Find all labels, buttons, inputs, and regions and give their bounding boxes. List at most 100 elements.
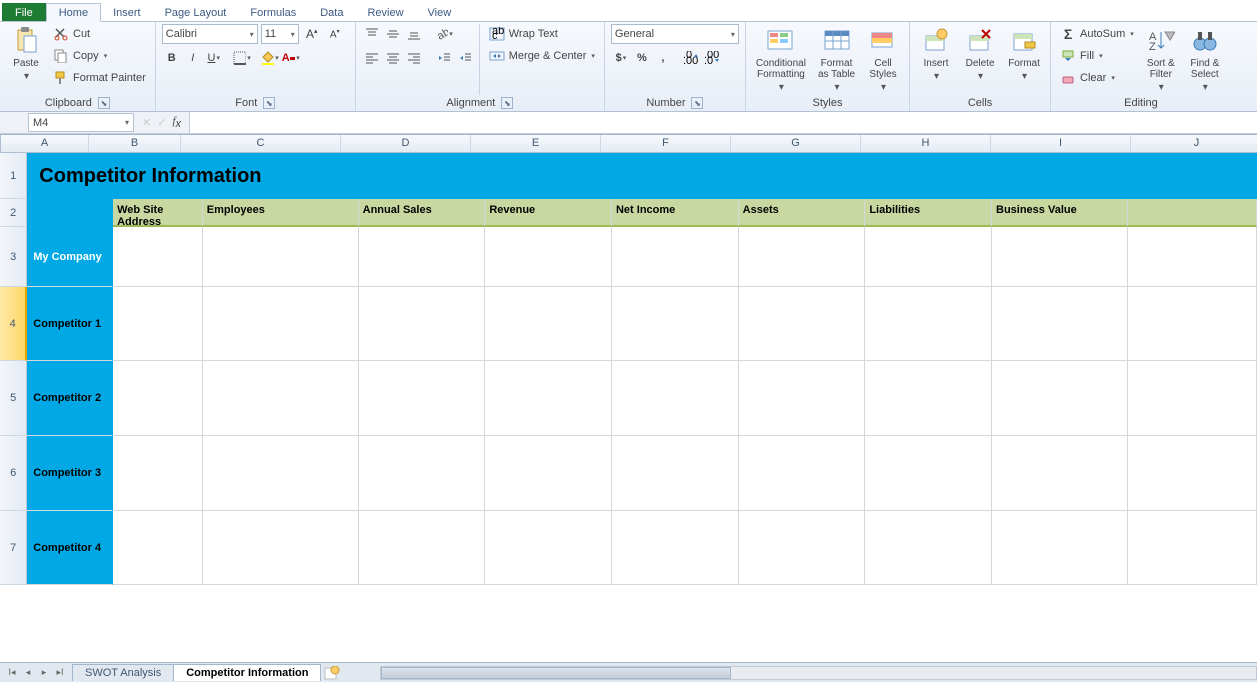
col-header-G[interactable]: G [731,135,861,152]
horizontal-scrollbar[interactable] [380,665,1257,681]
col-header-assets[interactable]: Assets [739,199,866,227]
wrap-text-button[interactable]: abcWrap Text [486,24,598,44]
row-header-2[interactable]: 2 [0,199,27,227]
col-header-A[interactable]: A [1,135,89,152]
shrink-font-button[interactable]: A▾ [325,24,345,44]
find-select-button[interactable]: Find & Select▾ [1185,24,1225,95]
autosum-button[interactable]: ΣAutoSum▾ [1057,24,1137,44]
data-cell[interactable] [113,436,203,511]
data-cell[interactable] [1128,227,1257,287]
col-header-annual-sales[interactable]: Annual Sales [359,199,486,227]
col-header-business-value[interactable]: Business Value [992,199,1128,227]
tab-insert[interactable]: Insert [101,4,153,21]
name-box[interactable]: M4▾ [28,113,134,132]
sheet-tab-swot[interactable]: SWOT Analysis [72,664,174,681]
border-button[interactable]: ▾ [232,48,252,68]
col-header-B[interactable]: B [89,135,181,152]
data-cell[interactable] [359,227,486,287]
data-cell[interactable] [612,227,739,287]
tab-data[interactable]: Data [308,4,355,21]
col-header-liabilities[interactable]: Liabilities [865,199,992,227]
fx-icon[interactable]: fx [172,115,181,130]
data-cell[interactable] [485,361,612,436]
merge-center-button[interactable]: Merge & Center▾ [486,46,598,66]
data-cell[interactable] [612,511,739,585]
data-cell[interactable] [359,287,486,361]
data-cell[interactable] [203,511,359,585]
title-cell[interactable]: Competitor Information [27,153,1257,199]
insert-cells-button[interactable]: Insert▾ [916,24,956,95]
decrease-indent-button[interactable] [434,48,454,68]
data-cell[interactable] [359,361,486,436]
font-name-select[interactable]: Calibri▾ [162,24,258,44]
col-header-J[interactable]: J [1131,135,1257,152]
data-cell[interactable] [1128,436,1257,511]
formula-input[interactable] [189,112,1257,133]
row-label-competitor-4[interactable]: Competitor 4 [27,511,113,585]
sheet-nav-last[interactable]: ▸I [52,665,68,681]
comma-format-button[interactable]: , [653,48,673,68]
col-header-revenue[interactable]: Revenue [485,199,612,227]
orientation-button[interactable]: ab▾ [434,24,454,44]
col-header-C[interactable]: C [181,135,341,152]
row-header-5[interactable]: 5 [0,361,27,436]
data-cell[interactable] [992,436,1128,511]
data-cell[interactable] [865,361,992,436]
header-blank[interactable] [27,199,113,227]
col-header-net-income[interactable]: Net Income [612,199,739,227]
new-sheet-button[interactable] [324,666,340,680]
cell-styles-button[interactable]: Cell Styles▾ [863,24,903,95]
col-header-employees[interactable]: Employees [203,199,359,227]
clipboard-dialog-launcher[interactable]: ⬊ [98,97,110,109]
data-cell[interactable] [992,361,1128,436]
fill-button[interactable]: Fill▾ [1057,46,1137,66]
grow-font-button[interactable]: A▴ [302,24,322,44]
data-cell[interactable] [113,227,203,287]
tab-review[interactable]: Review [355,4,415,21]
cut-button[interactable]: Cut [50,24,149,44]
header-extra[interactable] [1128,199,1257,227]
format-painter-button[interactable]: Format Painter [50,68,149,88]
align-right-button[interactable] [404,48,424,68]
data-cell[interactable] [485,287,612,361]
tab-view[interactable]: View [416,4,464,21]
sheet-nav-next[interactable]: ▸ [36,665,52,681]
data-cell[interactable] [203,436,359,511]
data-cell[interactable] [1128,361,1257,436]
row-header-1[interactable]: 1 [0,153,27,199]
fill-color-button[interactable]: ▾ [260,48,280,68]
data-cell[interactable] [612,361,739,436]
sheet-tab-competitor[interactable]: Competitor Information [173,664,321,681]
data-cell[interactable] [739,227,866,287]
format-cells-button[interactable]: Format▾ [1004,24,1044,95]
sheet-nav-prev[interactable]: ◂ [20,665,36,681]
row-header-3[interactable]: 3 [0,227,27,287]
underline-button[interactable]: U▾ [204,48,224,68]
col-header-D[interactable]: D [341,135,471,152]
col-header-I[interactable]: I [991,135,1131,152]
number-dialog-launcher[interactable]: ⬊ [691,97,703,109]
data-cell[interactable] [992,511,1128,585]
col-header-web-site-address[interactable]: Web Site Address [113,199,203,227]
alignment-dialog-launcher[interactable]: ⬊ [501,97,513,109]
tab-home[interactable]: Home [46,3,101,22]
paste-button[interactable]: Paste▾ [6,24,46,95]
data-cell[interactable] [739,436,866,511]
row-label-competitor-1[interactable]: Competitor 1 [27,287,113,361]
tab-file[interactable]: File [2,3,46,21]
row-label-competitor-3[interactable]: Competitor 3 [27,436,113,511]
row-label-competitor-2[interactable]: Competitor 2 [27,361,113,436]
data-cell[interactable] [113,511,203,585]
accounting-format-button[interactable]: $▾ [611,48,631,68]
number-format-select[interactable]: General▾ [611,24,739,44]
delete-cells-button[interactable]: Delete▾ [960,24,1000,95]
data-cell[interactable] [485,511,612,585]
col-header-H[interactable]: H [861,135,991,152]
font-color-button[interactable]: A▾ [281,48,301,68]
data-cell[interactable] [1128,511,1257,585]
conditional-formatting-button[interactable]: Conditional Formatting▾ [752,24,810,95]
row-header-6[interactable]: 6 [0,436,27,511]
tab-formulas[interactable]: Formulas [238,4,308,21]
data-cell[interactable] [359,436,486,511]
data-cell[interactable] [739,511,866,585]
